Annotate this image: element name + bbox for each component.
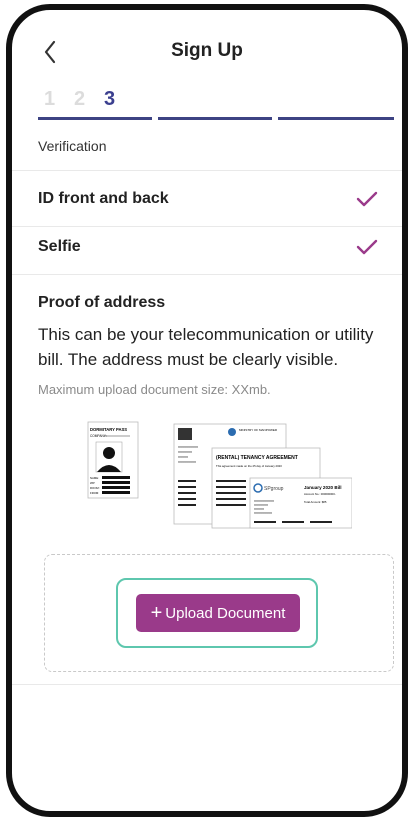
header: Sign Up (12, 10, 402, 88)
verification-item-label: ID front and back (38, 190, 169, 207)
bill-amount: Total Amount: $85 (304, 500, 327, 504)
pass-field-room: ROOM: (90, 486, 100, 490)
step-bar-1 (38, 117, 152, 120)
pass-title: DORMITARY PASS (90, 427, 127, 432)
section-label: Verification (38, 138, 107, 154)
upload-button-label: Upload Document (165, 604, 286, 622)
utility-bill-image: SPgroup January 2020 Bill Account No.: 0… (249, 477, 352, 529)
phone-frame: Sign Up 1 2 3 Verification ID front and … (6, 4, 408, 817)
step-bar-2 (158, 117, 272, 120)
divider (12, 684, 402, 685)
proof-description: This can be your telecommunication or ut… (38, 325, 374, 369)
svg-text:XXXXXXXXX: XXXXXXXXX (178, 460, 196, 464)
agreement-title: (RENTAL) TENANCY AGREEMENT (216, 455, 298, 461)
ministry-name: MINISTRY OF MANPOWER (239, 428, 278, 432)
bill-brand: SPgroup (264, 486, 284, 492)
verification-item-selfie[interactable]: Selfie (12, 224, 402, 272)
step-progress-bars (38, 117, 394, 120)
step-3: 3 (104, 88, 116, 110)
proof-title: Proof of address (38, 294, 166, 311)
check-icon (356, 239, 378, 255)
bill-title: January 2020 Bill (304, 485, 342, 490)
dormitory-pass-image: DORMITARY PASS COMPANY: NAME: WP: ROOM: … (87, 421, 139, 499)
agreement-line: This agreement made on the 25 day of Jan… (216, 464, 282, 468)
svg-text:XXXXXXX: XXXXXXX (178, 450, 192, 454)
max-size-note: Maximum upload document size: XXmb. (38, 382, 271, 397)
svg-text:XXXXX: XXXXX (178, 455, 188, 459)
svg-text:XXXXXXXXX: XXXXXXXXX (254, 511, 272, 515)
verification-item-id[interactable]: ID front and back (12, 176, 402, 224)
svg-text:XXXXXXXXXX: XXXXXXXXXX (178, 445, 198, 449)
document-examples-illustration: DORMITARY PASS COMPANY: NAME: WP: ROOM: … (87, 421, 352, 529)
step-2: 2 (74, 88, 86, 110)
verification-item-label: Selfie (38, 238, 81, 255)
pass-field-name: NAME: (90, 476, 99, 480)
plus-icon: + (150, 602, 163, 624)
divider (12, 274, 402, 275)
upload-document-button[interactable]: + Upload Document (136, 594, 300, 632)
pass-field-from: FROM: (90, 491, 99, 495)
bill-account: Account No.: 000000000- (304, 492, 336, 496)
check-icon (356, 191, 378, 207)
person-silhouette-icon (95, 441, 123, 473)
divider (12, 170, 402, 171)
step-bar-3 (278, 117, 394, 120)
page-title: Sign Up (171, 40, 243, 61)
step-1: 1 (44, 88, 56, 110)
pass-field-wp: WP: (90, 481, 96, 485)
